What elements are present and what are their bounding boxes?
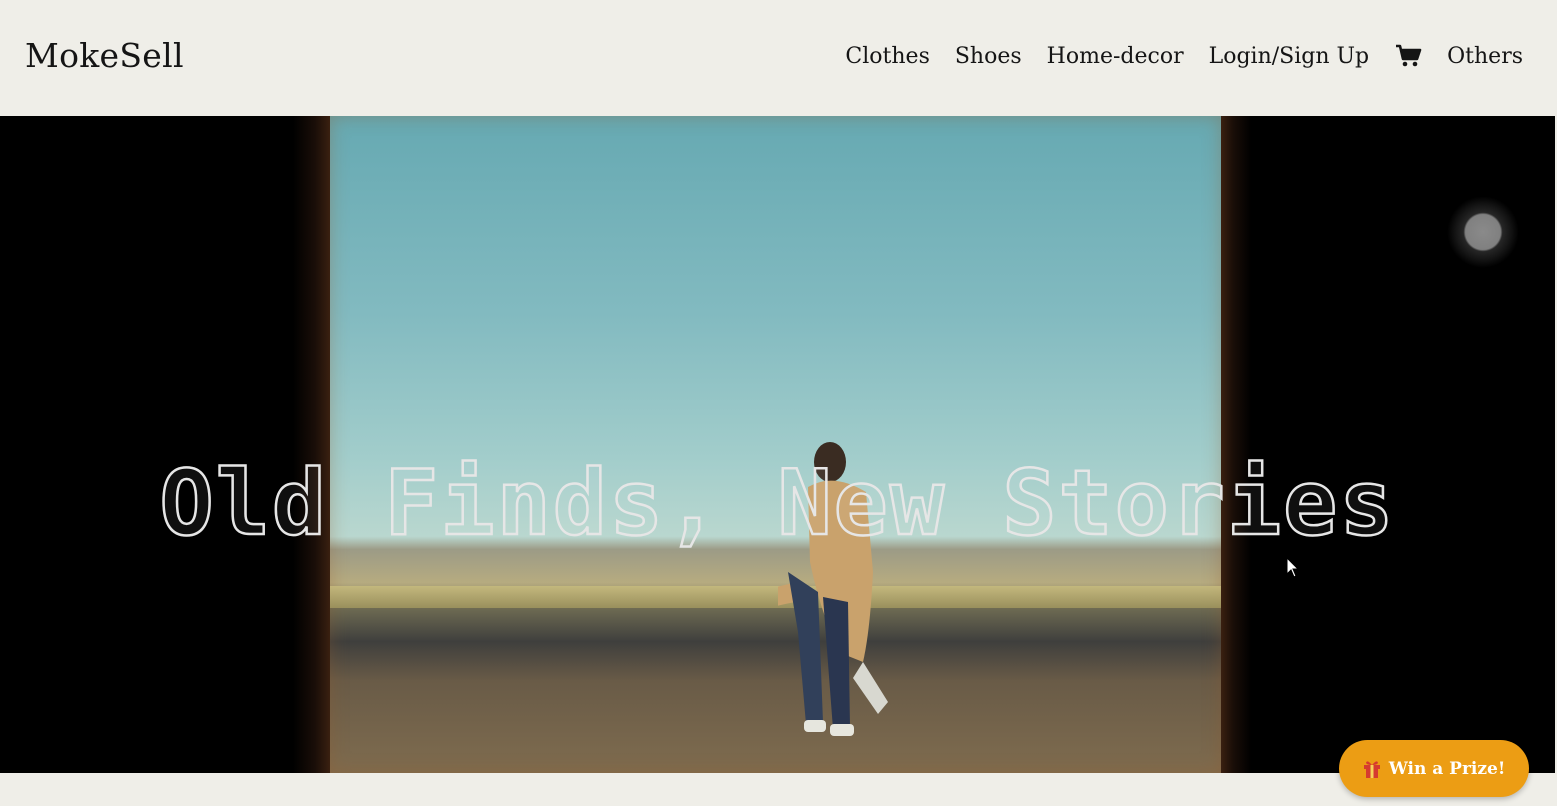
nav-link-clothes[interactable]: Clothes: [845, 44, 929, 69]
hero-title: Old Finds, New Stories: [158, 450, 1396, 558]
nav-link-login[interactable]: Login/Sign Up: [1209, 44, 1370, 69]
hero-video[interactable]: Old Finds, New Stories: [0, 116, 1555, 773]
navbar: MokeSell Clothes Shoes Home-decor Login/…: [0, 0, 1557, 116]
win-prize-label: Win a Prize!: [1388, 758, 1506, 779]
main-nav: Clothes Shoes Home-decor Login/Sign Up O…: [845, 42, 1523, 70]
film-edge-right: [1221, 116, 1251, 773]
mouse-cursor-icon: [1286, 557, 1300, 578]
brand-logo[interactable]: MokeSell: [25, 36, 184, 75]
hero-video-frame: [330, 116, 1221, 773]
cart-icon[interactable]: [1394, 42, 1422, 70]
nav-link-shoes[interactable]: Shoes: [955, 44, 1022, 69]
carousel-indicator[interactable]: [1437, 186, 1529, 278]
nav-link-home-decor[interactable]: Home-decor: [1047, 44, 1184, 69]
film-edge-left: [293, 116, 330, 773]
gift-icon: [1363, 759, 1381, 779]
win-prize-button[interactable]: Win a Prize!: [1339, 740, 1529, 797]
hero-barrier: [330, 586, 1221, 608]
nav-link-others[interactable]: Others: [1447, 44, 1523, 69]
